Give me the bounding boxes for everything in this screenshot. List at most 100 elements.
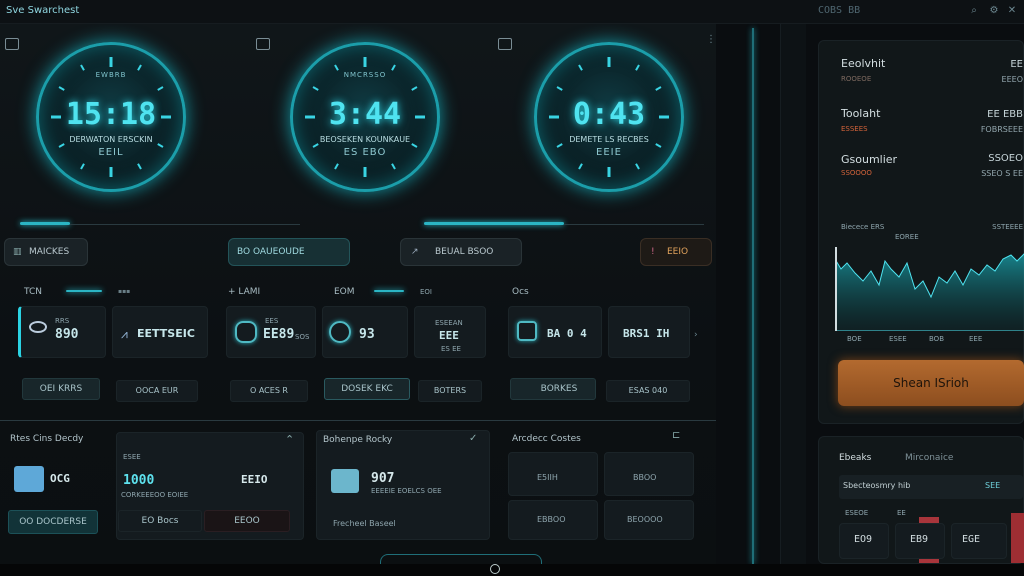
- pill-label: BORKES: [540, 384, 578, 394]
- face-icon: [329, 321, 351, 343]
- column-title: EOM: [334, 287, 355, 297]
- item-value: EE: [1010, 59, 1023, 70]
- card-tag: RRS: [55, 317, 70, 325]
- card-value: EETTSEIC: [137, 327, 195, 340]
- oaces-pill[interactable]: O ACES R: [230, 380, 308, 402]
- stat-card[interactable]: E5IIH: [508, 452, 598, 496]
- clock-subtitle-2: EEIE: [596, 147, 622, 158]
- arrow-icon: ↗: [411, 247, 419, 257]
- list-row[interactable]: Sbecteosmry hib SEE: [839, 475, 1023, 499]
- card-tag: ESEE: [123, 453, 141, 461]
- bar-value: EB9: [910, 534, 929, 545]
- stat-card[interactable]: EBBOO: [508, 500, 598, 540]
- bo-button[interactable]: BO OAUEOUDE: [228, 238, 350, 266]
- card-tag: ES EE: [441, 345, 461, 353]
- metric-card[interactable]: 93: [322, 306, 408, 358]
- clock-tick: [80, 64, 85, 71]
- eeoo-pill[interactable]: EEOO: [204, 510, 290, 532]
- chevron-right-icon[interactable]: ›: [694, 330, 698, 340]
- share-button[interactable]: Shean ISrioh: [838, 360, 1024, 406]
- panel-icon[interactable]: [256, 38, 270, 50]
- area-fill: [835, 253, 1024, 331]
- close-icon[interactable]: ✕: [1006, 5, 1018, 17]
- clock-subtitle: DEMETE LS RECBES: [569, 135, 649, 144]
- pill-label: DOSEK EKC: [341, 384, 393, 394]
- clock-face: EWBRB 15:18 DERWATON ERSCKIN EEIL: [36, 42, 186, 192]
- clock-tick: [578, 163, 583, 170]
- item-subtitle: ROOEOE: [841, 75, 872, 83]
- bar-card[interactable]: EO9: [839, 523, 889, 559]
- divider: [0, 420, 716, 421]
- beual-button[interactable]: ↗ BEUAL BSOO: [400, 238, 522, 266]
- clock-time: 0:43: [572, 97, 646, 132]
- card-value: 93: [359, 327, 375, 342]
- bar-card[interactable]: EGE: [951, 523, 1007, 559]
- clock-tick: [635, 64, 640, 71]
- button-label: BEUAL BSOO: [435, 247, 494, 257]
- oo-docders-button[interactable]: OO DOCDERSE: [8, 510, 98, 534]
- section-title: Rtes Cins Decdy: [10, 434, 84, 444]
- card-footer[interactable]: Frecheel Baseel: [333, 519, 396, 528]
- metric-card[interactable]: ESEEAN EEE ES EE: [414, 306, 486, 358]
- clock-tick: [391, 163, 396, 170]
- cube-icon: [14, 466, 44, 492]
- progress-glow: [20, 222, 70, 225]
- clock-tick: [80, 163, 85, 170]
- row-label: Sbecteosmry hib: [843, 481, 911, 490]
- clock-tick: [635, 163, 640, 170]
- item-value: SSOEO: [988, 153, 1023, 164]
- borkes-pill[interactable]: BORKES: [510, 378, 596, 400]
- more-icon[interactable]: ⋮: [706, 34, 716, 45]
- gear-icon[interactable]: ⚙: [988, 5, 1000, 17]
- eo-bocs-pill[interactable]: EO Bocs: [118, 510, 202, 532]
- check-icon[interactable]: ✓: [469, 433, 477, 444]
- stat-card[interactable]: BBOO: [604, 452, 694, 496]
- tab-mirconaice[interactable]: Mirconaice: [905, 453, 953, 463]
- metric-card[interactable]: RRS 890: [18, 306, 106, 358]
- oei-pill[interactable]: OEI KRRS: [22, 378, 100, 400]
- esas-pill[interactable]: ESAS 040: [606, 380, 690, 402]
- boters-pill[interactable]: BOTERS: [418, 380, 482, 402]
- clock-tick: [578, 64, 583, 71]
- tab-ebeaks[interactable]: Ebeaks: [839, 453, 871, 463]
- item-value-small: SSEO S EE: [981, 169, 1023, 178]
- dosek-pill[interactable]: DOSEK EKC: [324, 378, 410, 400]
- panel-icon[interactable]: [498, 38, 512, 50]
- column-dots: ▪▪▪: [118, 288, 131, 295]
- metric-card[interactable]: BRS1 IH: [608, 306, 690, 358]
- card-value: 890: [55, 327, 79, 342]
- item-value: EE EBB: [987, 109, 1023, 120]
- metric-card[interactable]: ⩘ EETTSEIC: [112, 306, 208, 358]
- search-icon[interactable]: ⌕: [968, 5, 980, 17]
- clock-subtitle-2: EEIL: [98, 147, 124, 158]
- cube-icon: [331, 469, 359, 493]
- card-tag: EES: [265, 317, 279, 325]
- stat-value: EBBOO: [537, 515, 566, 524]
- item-title: Eeolvhit: [841, 57, 886, 70]
- eeio-button[interactable]: ! EEIO: [640, 238, 712, 266]
- maickes-button[interactable]: ▥ MAICKES: [4, 238, 88, 266]
- bottom-strip: [0, 564, 1024, 576]
- expand-icon[interactable]: ⌃: [285, 433, 294, 446]
- home-icon[interactable]: [490, 564, 500, 574]
- dock-handle[interactable]: [380, 554, 542, 564]
- window-icon[interactable]: ⊏: [672, 430, 680, 441]
- chart-icon: ⩘: [121, 327, 128, 341]
- button-label: MAICKES: [29, 247, 70, 257]
- progress-glow: [424, 222, 564, 225]
- clock-face: NMCRSSO 3:44 BEOSEKEN KOUNKAUE ES EBO: [290, 42, 440, 192]
- item-value-small: FOBRSEEE: [980, 125, 1023, 134]
- stat-card[interactable]: BEOOOO: [604, 500, 694, 540]
- metric-card[interactable]: BA 0 4: [508, 306, 602, 358]
- clock-subtitle-2: ES EBO: [343, 147, 387, 158]
- divider-glow: [752, 28, 754, 564]
- bar-tag: ESEOE: [845, 509, 869, 517]
- oooca-pill[interactable]: OOCA EUR: [116, 380, 198, 402]
- bar-card[interactable]: EB9: [895, 523, 945, 559]
- clock-label: NMCRSSO: [343, 71, 387, 79]
- card-value: EEE: [439, 329, 459, 342]
- panel-icon[interactable]: [5, 38, 19, 50]
- metric-card[interactable]: EES EE89 SOS: [226, 306, 316, 358]
- card-value: EEIO: [241, 473, 268, 486]
- glow-line: [66, 290, 102, 292]
